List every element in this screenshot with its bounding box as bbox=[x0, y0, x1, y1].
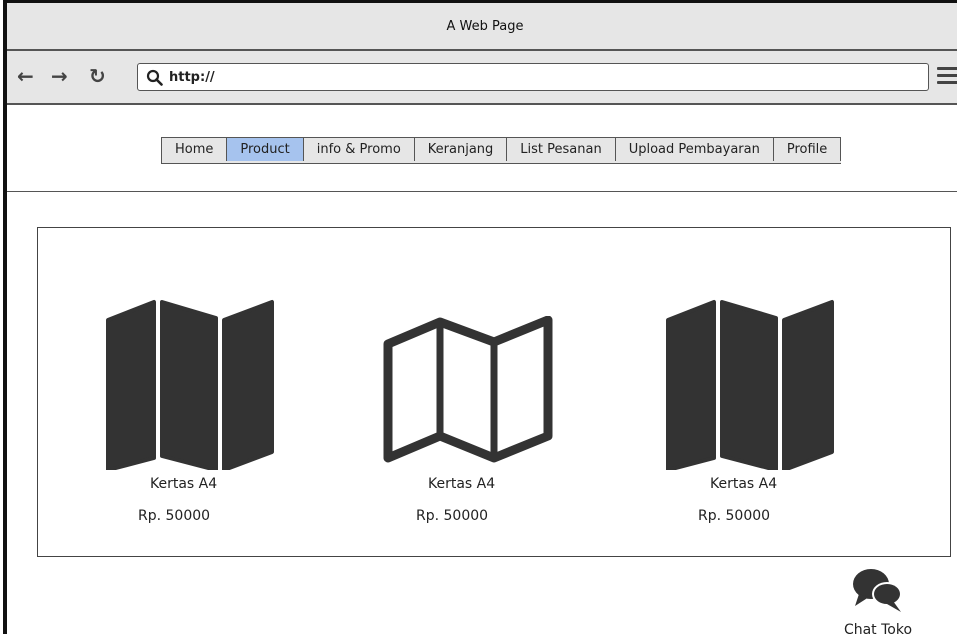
product-name: Kertas A4 bbox=[710, 476, 778, 492]
tab-home[interactable]: Home bbox=[162, 138, 228, 161]
back-arrow-icon[interactable]: ← bbox=[17, 64, 34, 88]
reload-icon[interactable]: ↻ bbox=[89, 64, 106, 88]
tab-upload-pembayaran[interactable]: Upload Pembayaran bbox=[615, 138, 774, 161]
product-name: Kertas A4 bbox=[428, 476, 496, 492]
tab-info-promo[interactable]: info & Promo bbox=[303, 138, 415, 161]
tab-label: Home bbox=[175, 142, 214, 157]
nav-tabs: Home Product info & Promo Keranjang List… bbox=[161, 137, 842, 164]
product-panel: Kertas A4 Rp. 50000 Kertas A4 Rp. 50000 … bbox=[37, 227, 951, 557]
folded-map-filled-icon bbox=[106, 300, 274, 470]
title-bar: A Web Page bbox=[7, 3, 957, 51]
browser-window: A Web Page ← → ↻ http:// Home Product in… bbox=[3, 0, 957, 638]
product-price: Rp. 50000 bbox=[138, 508, 211, 524]
hamburger-menu-icon[interactable] bbox=[937, 67, 957, 88]
tab-label: info & Promo bbox=[316, 142, 401, 157]
chat-toko-button[interactable]: Chat Toko bbox=[843, 566, 913, 638]
tab-label: Upload Pembayaran bbox=[628, 142, 760, 157]
chat-label: Chat Toko bbox=[843, 622, 913, 638]
window-title: A Web Page bbox=[446, 18, 524, 34]
tab-label: Keranjang bbox=[427, 142, 494, 157]
folded-map-filled-icon bbox=[666, 300, 834, 470]
url-text: http:// bbox=[169, 69, 215, 85]
tab-label: List Pesanan bbox=[520, 142, 602, 157]
tab-label: Product bbox=[240, 142, 290, 157]
tab-profile[interactable]: Profile bbox=[773, 138, 842, 161]
product-price: Rp. 50000 bbox=[698, 508, 771, 524]
tab-keranjang[interactable]: Keranjang bbox=[414, 138, 508, 161]
tab-list-pesanan[interactable]: List Pesanan bbox=[507, 138, 616, 161]
chat-bubbles-icon bbox=[853, 569, 902, 612]
product-name: Kertas A4 bbox=[150, 476, 218, 492]
folded-map-outline-icon bbox=[383, 316, 553, 463]
address-bar: ← → ↻ http:// bbox=[7, 51, 957, 105]
forward-arrow-icon[interactable]: → bbox=[51, 64, 68, 88]
tab-label: Profile bbox=[786, 142, 828, 157]
tab-product[interactable]: Product bbox=[227, 138, 304, 161]
header-divider bbox=[7, 191, 957, 192]
product-price: Rp. 50000 bbox=[416, 508, 489, 524]
search-icon bbox=[146, 69, 163, 86]
url-input[interactable]: http:// bbox=[137, 63, 929, 91]
